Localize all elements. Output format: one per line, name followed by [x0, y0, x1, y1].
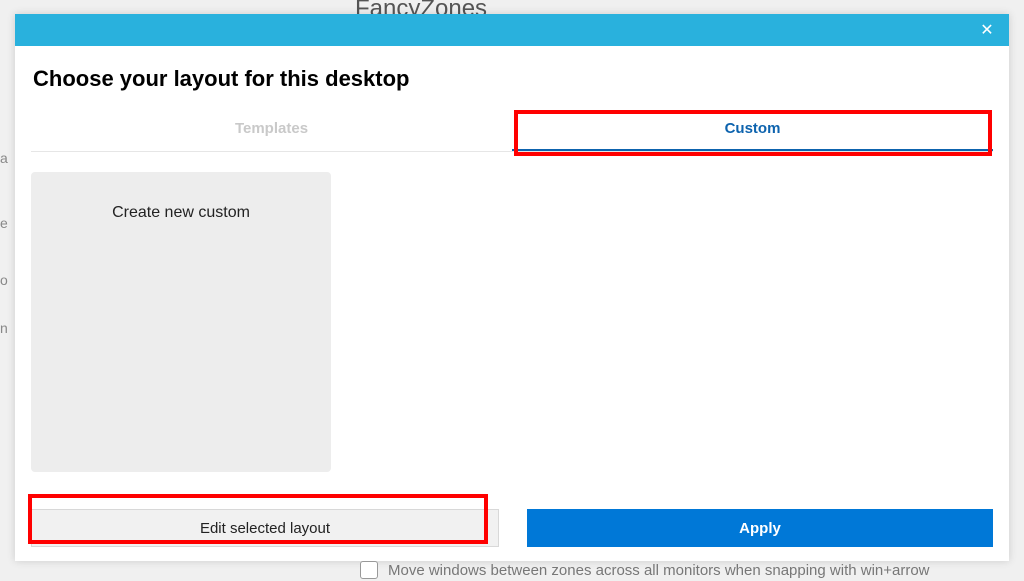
- edit-selected-layout-button[interactable]: Edit selected layout: [31, 509, 499, 547]
- background-checkbox-row: Move windows between zones across all mo…: [360, 561, 930, 579]
- layout-card-area: Create new custom: [31, 152, 993, 501]
- close-icon: ✕: [980, 20, 993, 40]
- dialog-content: Choose your layout for this desktop Temp…: [15, 46, 1009, 561]
- tab-bar: Templates Custom: [31, 110, 993, 152]
- apply-button[interactable]: Apply: [527, 509, 993, 547]
- dialog-button-row: Edit selected layout Apply: [31, 501, 993, 561]
- bg-side-fragment: o: [0, 272, 8, 288]
- background-checkbox[interactable]: [360, 561, 378, 579]
- dialog-title-bar: ✕: [15, 14, 1009, 46]
- close-button[interactable]: ✕: [965, 14, 1009, 46]
- bg-side-fragment: n: [0, 320, 8, 336]
- background-checkbox-label: Move windows between zones across all mo…: [388, 562, 930, 579]
- bg-side-fragment: a: [0, 150, 8, 166]
- tab-custom[interactable]: Custom: [512, 110, 993, 151]
- bg-side-fragment: e: [0, 215, 8, 231]
- tab-templates[interactable]: Templates: [31, 110, 512, 151]
- dialog-heading: Choose your layout for this desktop: [33, 66, 993, 92]
- create-new-custom-card[interactable]: Create new custom: [31, 172, 331, 472]
- layout-editor-dialog: ✕ Choose your layout for this desktop Te…: [15, 14, 1009, 561]
- create-card-label: Create new custom: [112, 204, 250, 221]
